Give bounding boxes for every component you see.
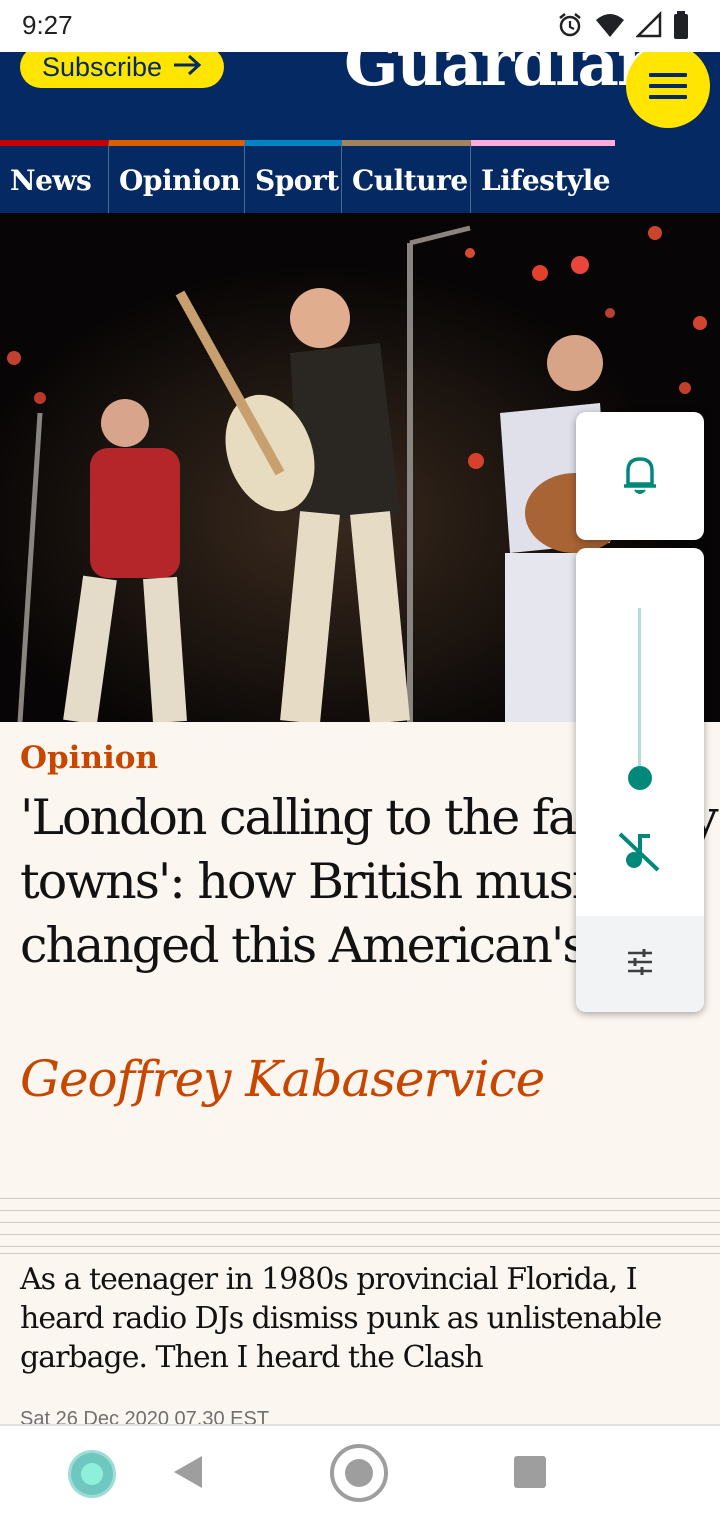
subscribe-label: Subscribe [41,52,163,82]
nav-item-label: Sport [255,164,339,197]
status-time: 9:27 [22,10,73,40]
article-standfirst: As a teenager in 1980s provincial Florid… [20,1262,662,1375]
wifi-icon [594,11,626,39]
nav-item-label: Culture [352,164,468,197]
nav-item-label: News [10,164,92,197]
nav-item-news[interactable]: News [0,140,109,213]
alarm-icon [556,11,584,39]
system-nav-bar [0,1424,720,1522]
status-bar: 9:27 [0,0,720,52]
section-divider [0,1198,720,1254]
nav-item-culture[interactable]: Culture [342,140,471,213]
nav-item-label: Lifestyle [481,164,611,197]
nav-item-label: Opinion [119,164,241,197]
music-off-icon[interactable] [616,828,662,878]
guardian-logo[interactable]: Guardian [344,52,663,101]
home-icon[interactable] [330,1444,388,1502]
subscribe-button[interactable]: Subscribe [20,52,224,88]
status-icons [556,10,690,40]
article-dateline: Sat 26 Dec 2020 07.30 EST [20,1408,270,1424]
bell-icon [620,452,660,500]
volume-panel [576,548,704,1012]
menu-button[interactable] [626,52,710,128]
recents-icon[interactable] [514,1456,546,1488]
section-nav: News Opinion Sport Culture Lifestyle [0,140,720,213]
article-kicker[interactable]: Opinion [20,740,158,776]
assistant-icon[interactable] [68,1450,116,1498]
nav-item-opinion[interactable]: Opinion [109,140,245,213]
back-icon[interactable] [172,1454,206,1494]
hamburger-menu-icon [649,73,687,77]
battery-icon [672,10,690,40]
nav-item-lifestyle[interactable]: Lifestyle [471,140,615,213]
sound-settings-button[interactable] [576,916,704,1012]
arrow-right-icon [172,52,202,83]
media-volume-slider[interactable] [638,608,641,778]
sliders-icon [626,949,654,979]
site-header: Subscribe Guardian [0,52,720,140]
article-byline[interactable]: Geoffrey Kabaservice [20,1050,545,1108]
ringer-mode-button[interactable] [576,412,704,540]
media-volume-slider-thumb[interactable] [628,766,652,790]
nav-item-sport[interactable]: Sport [245,140,342,213]
signal-icon [636,11,662,39]
